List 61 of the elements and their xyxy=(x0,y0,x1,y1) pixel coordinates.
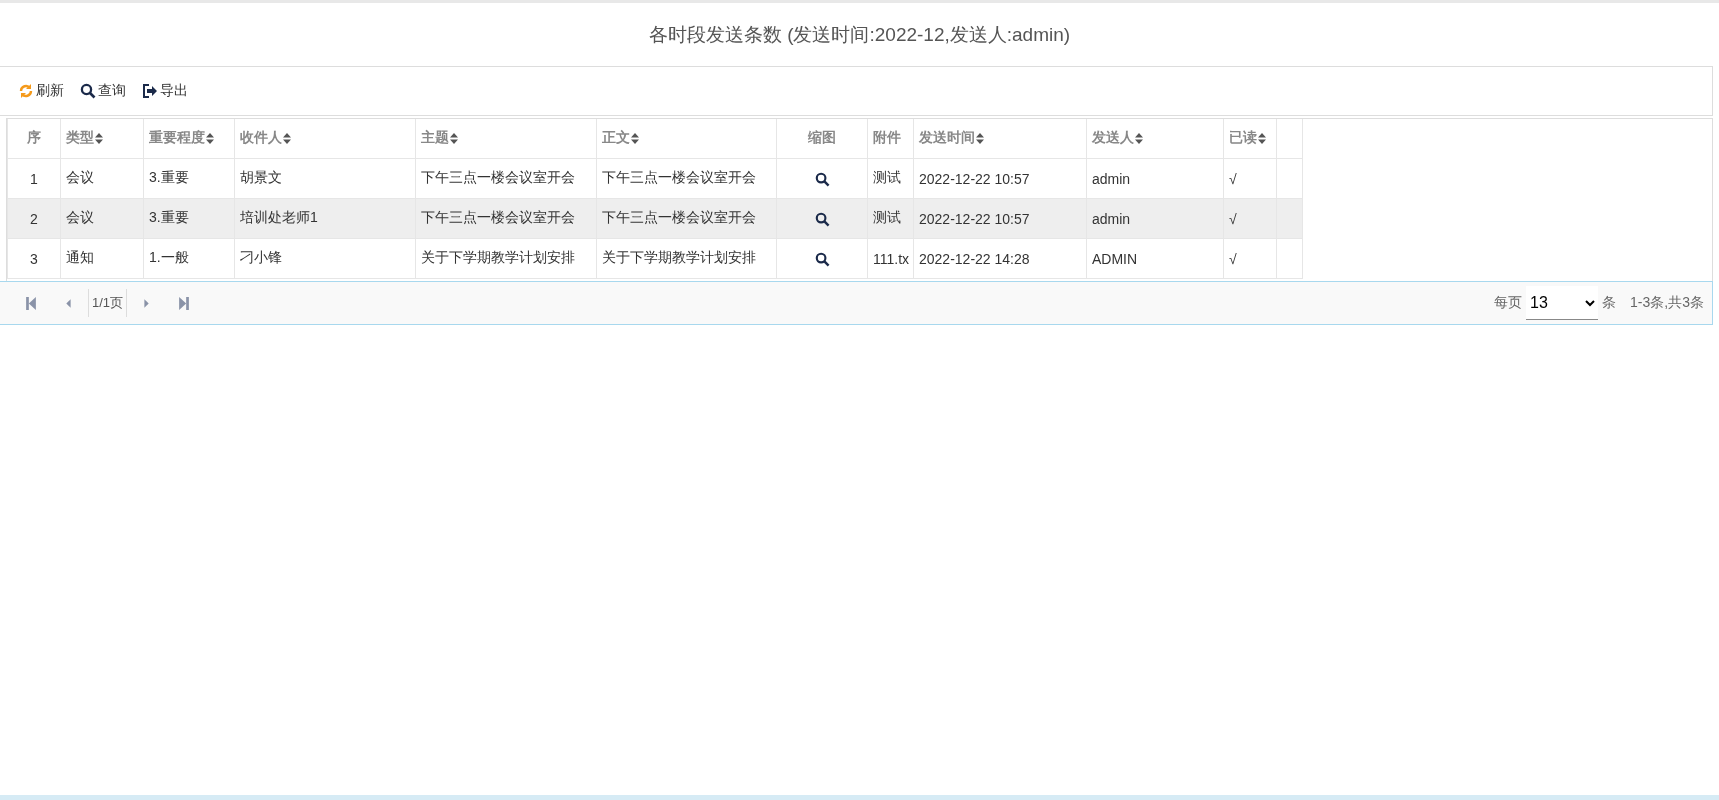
table-row[interactable]: 2 会议 3.重要 培训处老师1 下午三点一楼会议室开会 下午三点一楼会议室开会 测试 2022-12-22 10:57 admin √ xyxy=(7,198,1303,239)
table-cell: 2022-12-22 10:57 xyxy=(919,171,1030,188)
record-summary: 1-3条,共3条 xyxy=(1630,294,1704,312)
column-header[interactable]: 正文 xyxy=(602,129,630,146)
previous-page-icon xyxy=(64,296,74,310)
refresh-button[interactable]: 刷新 xyxy=(14,80,68,102)
table-cell: admin xyxy=(1092,171,1131,188)
column-header: 缩图 xyxy=(808,129,836,146)
table-cell: 关于下学期教学计划安排 xyxy=(602,249,756,266)
column-header[interactable]: 类型 xyxy=(66,129,94,146)
page-indicator: 1/1页 xyxy=(88,289,128,317)
table-cell: 111.tx xyxy=(873,251,910,268)
column-header: 附件 xyxy=(873,129,901,146)
table-cell: 刁小锋 xyxy=(240,249,282,266)
last-page-icon xyxy=(179,296,190,310)
per-page-select[interactable]: 13 xyxy=(1526,286,1599,320)
table-cell: 下午三点一楼会议室开会 xyxy=(421,209,575,226)
search-icon xyxy=(814,211,830,227)
table-cell: 2022-12-22 14:28 xyxy=(919,251,1030,268)
table-cell: √ xyxy=(1229,251,1237,268)
table-cell: 3.重要 xyxy=(149,209,189,226)
table-cell: 下午三点一楼会议室开会 xyxy=(602,209,756,226)
column-header: 序 xyxy=(27,129,41,146)
table-cell: 培训处老师1 xyxy=(240,209,318,226)
column-header[interactable]: 发送人 xyxy=(1092,129,1134,146)
table-cell: 1.一般 xyxy=(149,249,189,266)
search-button[interactable]: 查询 xyxy=(76,80,130,102)
table-cell: 通知 xyxy=(66,249,94,266)
table-row[interactable]: 1 会议 3.重要 胡景文 下午三点一楼会议室开会 下午三点一楼会议室开会 测试 2022-12-22 10:57 admin √ xyxy=(7,158,1303,199)
table-cell: ADMIN xyxy=(1092,251,1138,268)
column-header[interactable]: 发送时间 xyxy=(919,129,975,146)
table-row[interactable]: 3 通知 1.一般 刁小锋 关于下学期教学计划安排 关于下学期教学计划安排 111.tx 2022-12-22 14:28 ADMIN √ xyxy=(7,238,1303,279)
search-icon xyxy=(80,83,96,99)
row-number: 1 xyxy=(30,171,38,188)
row-number: 2 xyxy=(30,211,38,228)
search-icon xyxy=(814,251,830,267)
table-cell: 测试 xyxy=(873,169,901,186)
refresh-icon xyxy=(18,83,34,99)
search-icon xyxy=(814,171,830,187)
table-cell: 会议 xyxy=(66,209,94,226)
column-header[interactable]: 主题 xyxy=(421,129,449,146)
table-cell: 胡景文 xyxy=(240,169,282,186)
table-cell: 下午三点一楼会议室开会 xyxy=(602,169,756,186)
row-number: 3 xyxy=(30,251,38,268)
next-page-icon xyxy=(141,296,152,310)
per-page-label: 每页 xyxy=(1494,294,1523,312)
column-header[interactable]: 收件人 xyxy=(240,129,282,146)
table-cell: 3.重要 xyxy=(149,169,189,186)
table-cell: √ xyxy=(1229,171,1237,188)
table-cell: 关于下学期教学计划安排 xyxy=(421,249,575,266)
table-cell: 测试 xyxy=(873,209,901,226)
table-cell: 2022-12-22 10:57 xyxy=(919,211,1030,228)
table-cell: 会议 xyxy=(66,169,94,186)
table-cell: √ xyxy=(1229,211,1237,228)
first-page-icon xyxy=(26,296,36,310)
per-page-unit: 条 xyxy=(1602,294,1617,312)
table-cell: 下午三点一楼会议室开会 xyxy=(421,169,575,186)
table-cell: admin xyxy=(1092,211,1131,228)
page-title: 各时段发送条数 (发送时间:2022-12,发送人:admin) xyxy=(648,22,1071,47)
export-button[interactable]: 导出 xyxy=(138,80,192,102)
export-icon xyxy=(142,83,158,99)
